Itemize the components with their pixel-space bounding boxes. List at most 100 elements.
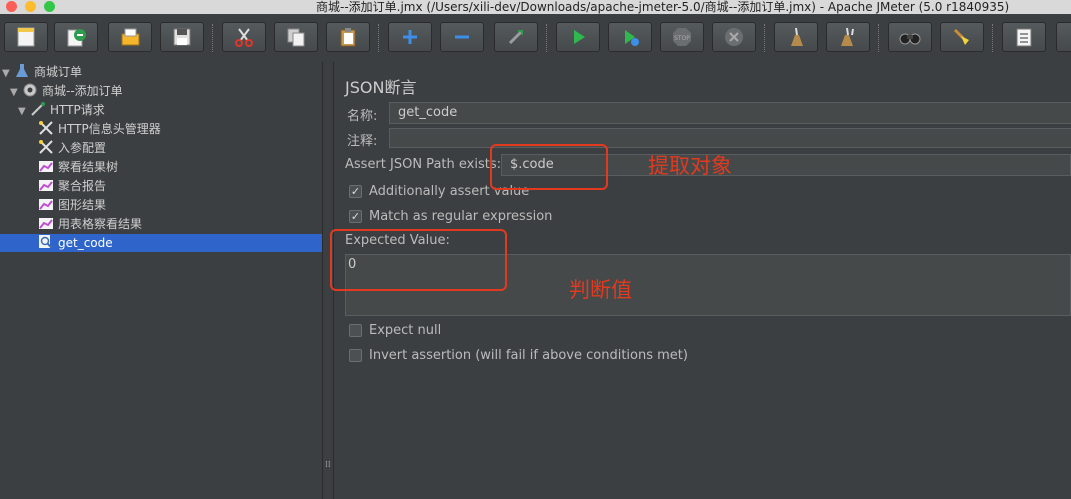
annotation-box-expected: [330, 229, 507, 291]
open-button[interactable]: [108, 22, 152, 52]
cut-icon: [235, 28, 253, 47]
clear-button[interactable]: [774, 22, 818, 52]
start-no-pause-icon: [625, 30, 639, 46]
tree-item-aggregate-report[interactable]: 聚合报告: [38, 177, 106, 195]
templates-button[interactable]: [54, 22, 98, 52]
test-plan-tree: ▼ 商城订单 ▼ 商城--添加订单 ▼ HTTP请求 HTTP信息头管理器 入参配置 …: [0, 62, 322, 499]
annotation-judge-value: 判断值: [569, 278, 632, 302]
tree-item-get-code[interactable]: get_code: [0, 234, 322, 252]
tree-item-label: 用表格察看结果: [58, 217, 143, 231]
chart-icon: [39, 180, 53, 191]
tree-item-label: 图形结果: [58, 198, 107, 212]
expand-icon: [403, 30, 417, 44]
function-helper-button[interactable]: [1002, 22, 1046, 52]
tree-item-label: 入参配置: [58, 141, 107, 155]
chart-icon: [39, 199, 53, 210]
clear-all-icon: [841, 27, 854, 46]
tree-item-label: 聚合报告: [58, 179, 107, 193]
additionally-assert-checkbox[interactable]: ✓: [349, 185, 362, 198]
start-no-pause-button[interactable]: [608, 22, 652, 52]
collapse-icon: [455, 35, 469, 39]
tree-item-label: 商城--添加订单: [42, 84, 123, 98]
json-assertion-panel: JSON断言 名称: get_code 注释: Assert JSON Path…: [330, 62, 1071, 499]
chevron-down-icon[interactable]: ▼: [18, 103, 30, 121]
collapse-button[interactable]: [440, 22, 484, 52]
new-button[interactable]: [4, 22, 48, 52]
toggle-icon: [508, 29, 524, 45]
tree-item-view-results-tree[interactable]: 察看结果树: [38, 158, 118, 176]
name-label: 名称:: [347, 109, 378, 124]
toolbar: STOP: [0, 14, 1071, 63]
annotation-extract-object: 提取对象: [648, 154, 732, 178]
magnifier-icon: [39, 235, 53, 249]
toolbar-separator: [992, 24, 994, 52]
templates-icon: [67, 29, 86, 47]
search-icon: [899, 33, 921, 45]
paste-button[interactable]: [326, 22, 370, 52]
new-icon: [17, 27, 35, 47]
title-bar: 商城--添加订单.jmx (/Users/xili-dev/Downloads/…: [0, 0, 1071, 14]
tree-item-http-request[interactable]: ▼ HTTP请求: [18, 101, 105, 119]
chart-icon: [39, 218, 53, 229]
json-path-label: Assert JSON Path exists:: [345, 157, 501, 172]
chevron-down-icon[interactable]: ▼: [2, 65, 14, 83]
tree-item-label: HTTP信息头管理器: [58, 122, 161, 136]
panel-title: JSON断言: [345, 78, 417, 97]
cut-button[interactable]: [222, 22, 266, 52]
tree-item-results-table[interactable]: 用表格察看结果: [38, 215, 142, 233]
toolbar-separator: [764, 24, 766, 52]
clear-icon: [791, 27, 803, 46]
regex-checkbox[interactable]: ✓: [349, 210, 362, 223]
copy-button[interactable]: [274, 22, 318, 52]
expand-button[interactable]: [388, 22, 432, 52]
toolbar-separator: [212, 24, 214, 52]
tree-item-graph-results[interactable]: 图形结果: [38, 196, 106, 214]
close-window-button[interactable]: [6, 1, 17, 12]
reset-search-icon: [953, 28, 969, 45]
pipette-icon: [31, 102, 45, 116]
toggle-button[interactable]: [494, 22, 538, 52]
wrench-icon: [39, 140, 53, 154]
tree-item-test-plan[interactable]: ▼ 商城订单: [2, 63, 82, 81]
chart-icon: [39, 161, 53, 172]
save-button[interactable]: [160, 22, 204, 52]
clear-all-button[interactable]: [826, 22, 870, 52]
tree-item-label: HTTP请求: [50, 103, 105, 117]
zoom-window-button[interactable]: [44, 1, 55, 12]
toolbar-separator: [878, 24, 880, 52]
tree-item-header-manager[interactable]: HTTP信息头管理器: [38, 120, 161, 138]
paste-icon: [340, 28, 356, 47]
window-title: 商城--添加订单.jmx (/Users/xili-dev/Downloads/…: [316, 0, 1010, 14]
toolbar-separator: [546, 24, 548, 52]
search-button[interactable]: [888, 22, 932, 52]
tree-item-label: get_code: [58, 236, 113, 250]
tree-item-thread-group[interactable]: ▼ 商城--添加订单: [10, 82, 123, 100]
invert-assertion-label: Invert assertion (will fail if above con…: [369, 348, 688, 363]
name-field[interactable]: get_code: [389, 102, 1071, 124]
invert-assertion-checkbox[interactable]: [349, 349, 362, 362]
tree-item-param-config[interactable]: 入参配置: [38, 139, 106, 157]
svg-text:STOP: STOP: [674, 35, 690, 42]
function-helper-icon: [1016, 28, 1032, 47]
tree-item-label: 商城订单: [34, 65, 83, 79]
start-icon: [574, 30, 585, 44]
expect-null-checkbox[interactable]: [349, 324, 362, 337]
annotation-box-json-path: [490, 144, 608, 190]
drag-handle-icon[interactable]: ⁞⁞: [325, 460, 331, 470]
gear-icon: [23, 83, 37, 97]
tree-item-label: 察看结果树: [58, 160, 119, 174]
reset-search-button[interactable]: [940, 22, 984, 52]
regex-label: Match as regular expression: [369, 209, 553, 224]
stop-icon: STOP: [673, 28, 691, 46]
copy-icon: [287, 28, 305, 47]
shutdown-button[interactable]: [712, 22, 756, 52]
start-button[interactable]: [556, 22, 600, 52]
toolbar-overflow-button[interactable]: [1056, 22, 1071, 52]
flask-icon: [16, 64, 28, 77]
stop-button[interactable]: STOP: [660, 22, 704, 52]
save-icon: [173, 28, 191, 46]
minimize-window-button[interactable]: [25, 1, 36, 12]
expect-null-label: Expect null: [369, 323, 442, 338]
open-icon: [121, 28, 140, 46]
chevron-down-icon[interactable]: ▼: [10, 84, 22, 102]
